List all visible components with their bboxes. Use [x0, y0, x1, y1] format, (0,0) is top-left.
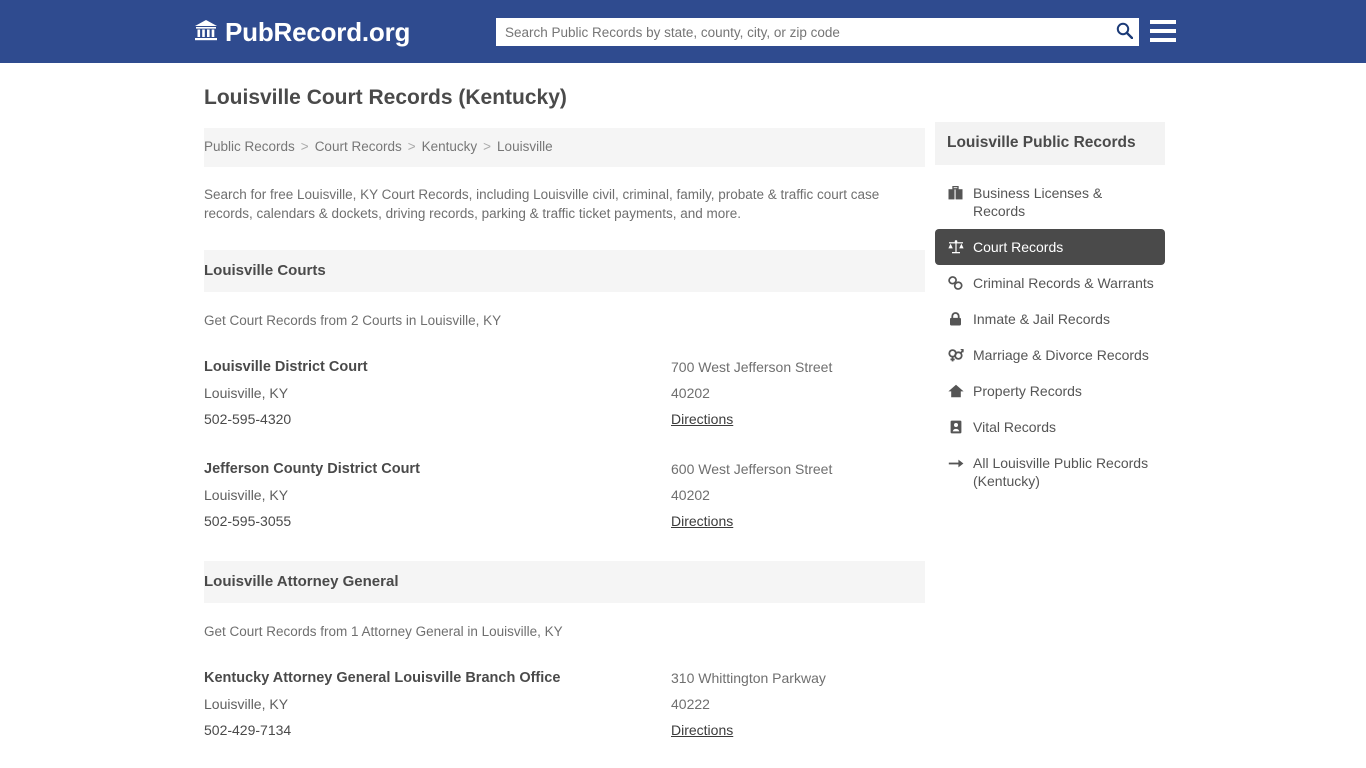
- section-subtext-attorney-general: Get Court Records from 1 Attorney Genera…: [204, 624, 563, 639]
- lock-icon: [947, 310, 964, 328]
- page-title: Louisville Court Records (Kentucky): [204, 86, 567, 109]
- record-phone: 502-429-7134: [204, 722, 292, 738]
- breadcrumb-item-court-records[interactable]: Court Records: [315, 139, 402, 154]
- record-left-column: Jefferson County District Court Louisvil…: [204, 456, 664, 534]
- sidebar-item-all-public-records[interactable]: All Louisville Public Records (Kentucky): [935, 445, 1165, 499]
- record-zip: 40202: [671, 487, 710, 503]
- record-phone: 502-595-4320: [204, 411, 292, 427]
- logo-text: PubRecord.org: [225, 17, 411, 47]
- record-right-column: 310 Whittington Parkway 40222 Directions: [671, 665, 921, 743]
- hamburger-menu-button[interactable]: [1150, 17, 1176, 45]
- record-item: Jefferson County District Court Louisvil…: [204, 456, 925, 534]
- directions-link[interactable]: Directions: [671, 717, 733, 743]
- search-input[interactable]: [496, 19, 1109, 45]
- sidebar-item-inmate-jail-records[interactable]: Inmate & Jail Records: [935, 301, 1165, 337]
- sidebar-item-label: Court Records: [973, 239, 1064, 255]
- briefcase-icon: [947, 184, 964, 202]
- hamburger-menu-icon-bar: [1150, 38, 1176, 42]
- record-name: Louisville District Court: [204, 359, 368, 375]
- sidebar-item-label: Marriage & Divorce Records: [973, 347, 1149, 363]
- search-icon: [1116, 22, 1133, 42]
- sidebar-item-property-records[interactable]: Property Records: [935, 373, 1165, 409]
- record-zip: 40202: [671, 385, 710, 401]
- handcuffs-icon: [947, 274, 964, 292]
- record-address: 700 West Jefferson Street: [671, 359, 833, 375]
- record-address: 310 Whittington Parkway: [671, 670, 826, 686]
- record-item: Louisville District Court Louisville, KY…: [204, 354, 925, 432]
- sidebar-item-label: Inmate & Jail Records: [973, 311, 1110, 327]
- hamburger-menu-icon: [1150, 20, 1176, 24]
- record-left-column: Louisville District Court Louisville, KY…: [204, 354, 664, 432]
- record-item: Kentucky Attorney General Louisville Bra…: [204, 665, 925, 743]
- sidebar-item-label: Property Records: [973, 383, 1082, 399]
- sidebar-item-vital-records[interactable]: Vital Records: [935, 409, 1165, 445]
- record-phone: 502-595-3055: [204, 513, 292, 529]
- record-city-state: Louisville, KY: [204, 487, 289, 503]
- breadcrumb-separator-icon: >: [300, 139, 309, 154]
- sidebar-list: Business Licenses & Records Court Record…: [935, 175, 1165, 499]
- sidebar-item-label: Vital Records: [973, 419, 1057, 435]
- breadcrumb-item-louisville[interactable]: Louisville: [497, 139, 553, 154]
- record-left-column: Kentucky Attorney General Louisville Bra…: [204, 665, 664, 743]
- record-address: 600 West Jefferson Street: [671, 461, 833, 477]
- search-button[interactable]: [1109, 19, 1139, 45]
- arrow-right-icon: [947, 454, 964, 472]
- site-logo[interactable]: PubRecord.org: [194, 17, 410, 47]
- sidebar-item-label: Business Licenses & Records: [973, 185, 1103, 219]
- sidebar-item-label: Criminal Records & Warrants: [973, 275, 1154, 291]
- main-content: Louisville Court Records (Kentucky) Publ…: [204, 85, 925, 768]
- sidebar-item-criminal-records[interactable]: Criminal Records & Warrants: [935, 265, 1165, 301]
- hamburger-menu-icon-bar: [1150, 29, 1176, 33]
- record-zip: 40222: [671, 696, 710, 712]
- sidebar-item-court-records[interactable]: Court Records: [935, 229, 1165, 265]
- breadcrumb-separator-icon: >: [483, 139, 492, 154]
- directions-link[interactable]: Directions: [671, 406, 733, 432]
- directions-link[interactable]: Directions: [671, 508, 733, 534]
- sidebar-item-label: All Louisville Public Records (Kentucky): [973, 455, 1149, 489]
- section-heading-courts: Louisville Courts: [204, 250, 925, 292]
- sidebar-item-marriage-divorce-records[interactable]: Marriage & Divorce Records: [935, 337, 1165, 373]
- breadcrumb-item-public-records[interactable]: Public Records: [204, 139, 295, 154]
- section-heading-attorney-general: Louisville Attorney General: [204, 561, 925, 603]
- record-right-column: 700 West Jefferson Street 40202 Directio…: [671, 354, 921, 432]
- bank-building-icon: [194, 19, 218, 46]
- sidebar-item-business-licenses[interactable]: Business Licenses & Records: [935, 175, 1165, 229]
- record-right-column: 600 West Jefferson Street 40202 Directio…: [671, 456, 921, 534]
- home-icon: [947, 382, 964, 400]
- search-bar: [496, 18, 1139, 46]
- sidebar-heading: Louisville Public Records: [935, 122, 1165, 165]
- record-city-state: Louisville, KY: [204, 385, 289, 401]
- page-description: Search for free Louisville, KY Court Rec…: [204, 187, 880, 221]
- scales-of-justice-icon: [947, 238, 964, 256]
- site-header: PubRecord.org: [0, 0, 1366, 63]
- record-name: Kentucky Attorney General Louisville Bra…: [204, 670, 561, 686]
- breadcrumb-separator-icon: >: [407, 139, 416, 154]
- record-city-state: Louisville, KY: [204, 696, 289, 712]
- sidebar: Louisville Public Records Business Licen…: [935, 122, 1165, 499]
- section-subtext-courts: Get Court Records from 2 Courts in Louis…: [204, 313, 502, 328]
- venus-mars-icon: [947, 346, 964, 364]
- id-card-icon: [947, 418, 964, 436]
- breadcrumb: Public Records > Court Records > Kentucky > Lo…: [204, 128, 925, 167]
- breadcrumb-item-kentucky[interactable]: Kentucky: [422, 139, 478, 154]
- record-name: Jefferson County District Court: [204, 461, 420, 477]
